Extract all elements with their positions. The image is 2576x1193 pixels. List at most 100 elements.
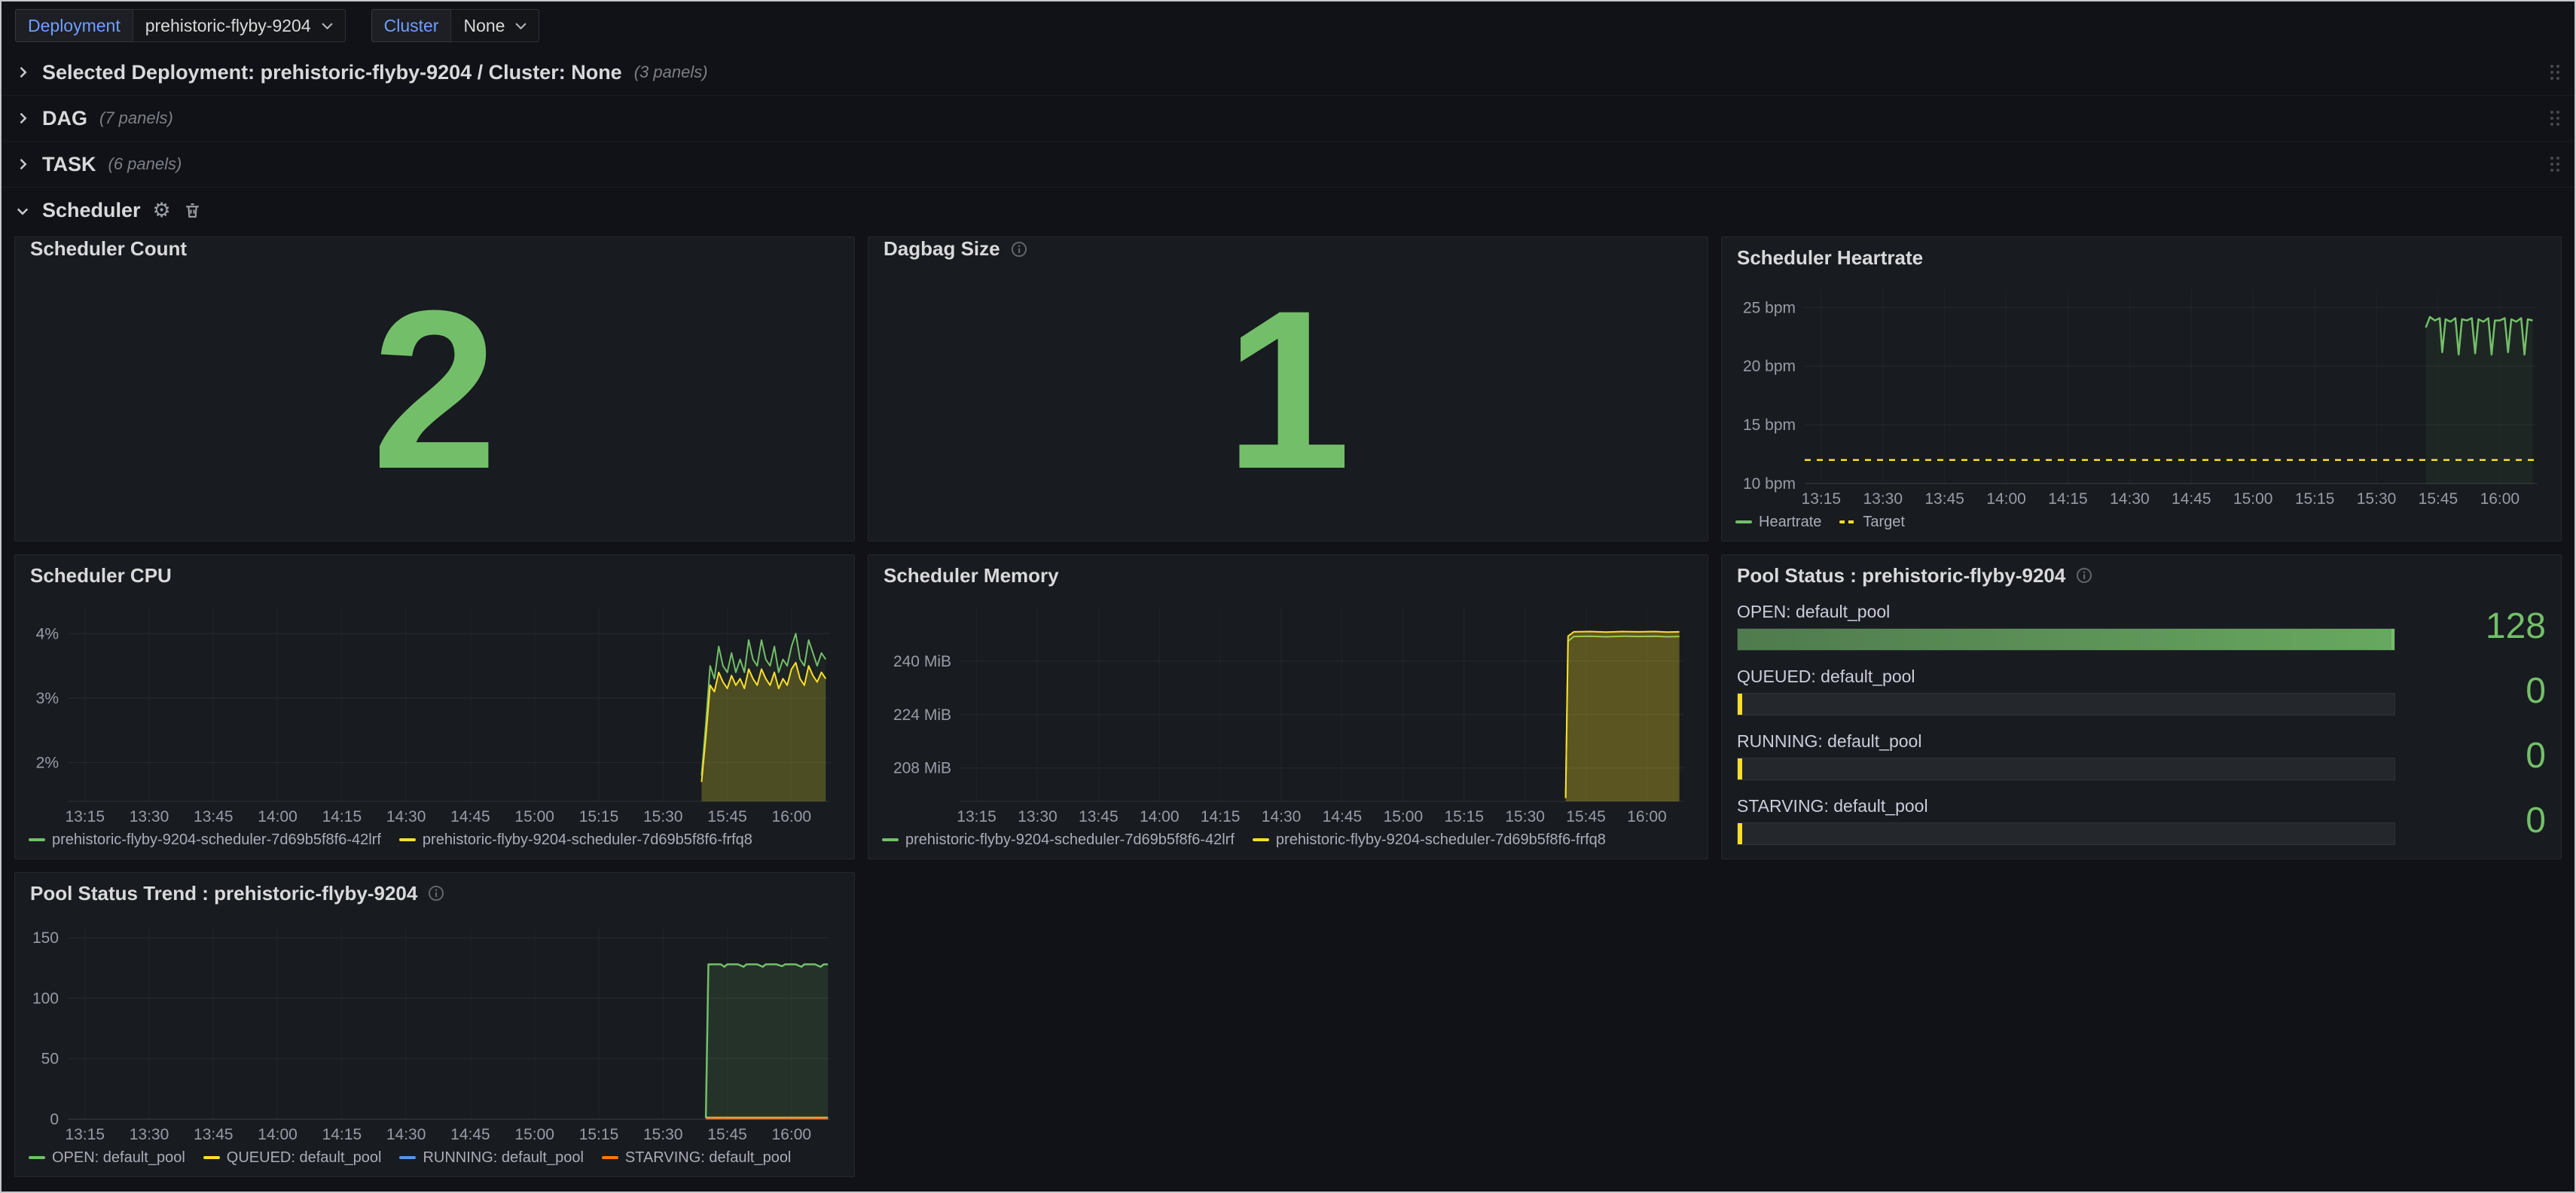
panel-title-bar[interactable]: Pool Status : prehistoric-flyby-9204 [1722,555,2561,596]
deployment-variable-value: prehistoric-flyby-9204 [145,16,311,36]
gauge-row-running: RUNNING: default_pool 0 [1737,731,2546,780]
panel-scheduler-heartrate: Scheduler Heartrate 13:1513:3013:4514:00… [1721,236,2562,542]
timeseries-chart[interactable]: 13:1513:3013:4514:0014:1514:3014:4515:00… [23,917,842,1146]
cluster-variable-label: Cluster [371,9,451,42]
panel-title-bar[interactable]: Scheduler Memory [868,555,1708,596]
svg-text:15:30: 15:30 [643,808,683,825]
panel-scheduler-memory: Scheduler Memory 13:1513:3013:4514:0014:… [868,554,1708,859]
svg-text:15:45: 15:45 [1566,808,1606,825]
info-icon[interactable] [428,885,444,902]
svg-text:15 bpm: 15 bpm [1743,416,1796,434]
svg-text:14:15: 14:15 [2048,490,2088,508]
chevron-down-icon [515,23,526,29]
panel-scheduler-count: Scheduler Count 2 [14,236,855,542]
row-drag-handle[interactable] [2549,108,2561,128]
gauge-label: STARVING: default_pool [1737,796,2395,816]
panel-title-bar[interactable]: Pool Status Trend : prehistoric-flyby-92… [15,873,854,914]
timeseries-chart[interactable]: 13:1513:3013:4514:0014:1514:3014:4515:00… [1729,281,2549,511]
svg-text:15:00: 15:00 [2233,490,2273,508]
svg-text:15:45: 15:45 [707,808,747,825]
legend-swatch [1839,520,1856,523]
svg-text:15:30: 15:30 [643,1126,683,1143]
row-drag-handle[interactable] [2549,63,2561,82]
gauge-value: 0 [2526,803,2546,839]
grafana-dashboard: Deployment prehistoric-flyby-9204 Cluste… [0,0,2576,1193]
panel-title-bar[interactable]: Scheduler Heartrate [1722,237,2561,278]
cluster-variable-value: None [463,16,505,36]
gauge-row-queued: QUEUED: default_pool 0 [1737,667,2546,715]
svg-text:14:00: 14:00 [1986,490,2026,508]
svg-text:14:15: 14:15 [322,1126,362,1143]
panel-title-bar[interactable]: Scheduler CPU [15,555,854,596]
row-drag-handle[interactable] [2549,154,2561,174]
legend-item[interactable]: prehistoric-flyby-9204-scheduler-7d69b5f… [399,831,752,849]
row-title: Scheduler [42,199,141,222]
svg-text:16:00: 16:00 [1627,808,1667,825]
deployment-variable-label: Deployment [15,9,133,42]
gauge-bar [1737,758,2395,780]
timeseries-chart[interactable]: 13:1513:3013:4514:0014:1514:3014:4515:00… [23,599,842,828]
svg-text:100: 100 [32,990,59,1007]
svg-text:15:30: 15:30 [1505,808,1545,825]
row-panel-count: (3 panels) [634,63,708,82]
info-icon[interactable] [2076,567,2092,584]
chart-legend: prehistoric-flyby-9204-scheduler-7d69b5f… [15,828,854,859]
svg-text:13:15: 13:15 [1802,490,1842,508]
svg-text:15:15: 15:15 [579,808,619,825]
chart-legend: prehistoric-flyby-9204-scheduler-7d69b5f… [868,828,1708,859]
legend-item[interactable]: RUNNING: default_pool [399,1149,583,1167]
chevron-down-icon [322,23,333,29]
svg-text:15:30: 15:30 [2357,490,2397,508]
gauge-bar [1737,693,2395,715]
dashboard-row-task[interactable]: TASK (6 panels) [2,142,2574,188]
legend-item[interactable]: OPEN: default_pool [29,1149,185,1167]
legend-swatch [203,1156,220,1159]
gauge-value: 0 [2526,673,2546,709]
svg-text:15:00: 15:00 [514,1126,554,1143]
dashboard-row-selected-deployment[interactable]: Selected Deployment: prehistoric-flyby-9… [2,50,2574,96]
legend-item[interactable]: QUEUED: default_pool [203,1149,382,1167]
gauge-value: 0 [2526,738,2546,774]
svg-text:15:15: 15:15 [2295,490,2335,508]
svg-text:14:00: 14:00 [258,808,298,825]
svg-text:14:00: 14:00 [258,1126,298,1143]
deployment-variable-select[interactable]: prehistoric-flyby-9204 [133,9,346,42]
legend-item[interactable]: prehistoric-flyby-9204-scheduler-7d69b5f… [1253,831,1606,849]
chevron-right-icon [15,111,30,126]
cluster-variable-select[interactable]: None [450,9,539,42]
chevron-right-icon [15,157,30,172]
row-delete-trash-icon[interactable] [183,201,202,220]
gauge-fill [1738,823,1742,844]
legend-item[interactable]: Heartrate [1735,514,1821,531]
svg-text:14:30: 14:30 [386,808,426,825]
legend-swatch [29,1156,45,1159]
svg-text:13:30: 13:30 [130,808,169,825]
svg-text:14:30: 14:30 [1262,808,1302,825]
legend-item[interactable]: prehistoric-flyby-9204-scheduler-7d69b5f… [29,831,381,849]
svg-text:13:45: 13:45 [1924,490,1964,508]
legend-item[interactable]: STARVING: default_pool [602,1149,792,1167]
panel-pool-status-trend: Pool Status Trend : prehistoric-flyby-92… [14,872,855,1177]
dashboard-row-scheduler[interactable]: Scheduler ⚙ [2,188,2574,233]
dashboard-row-dag[interactable]: DAG (7 panels) [2,96,2574,142]
legend-item[interactable]: prehistoric-flyby-9204-scheduler-7d69b5f… [882,831,1235,849]
svg-text:14:15: 14:15 [322,808,362,825]
svg-text:13:30: 13:30 [130,1126,169,1143]
svg-text:14:15: 14:15 [1201,808,1241,825]
stat-value: 2 [15,237,854,541]
row-settings-gear-icon[interactable]: ⚙ [153,200,171,221]
row-panel-count: (7 panels) [99,108,173,128]
panel-title: Scheduler Heartrate [1737,246,1923,270]
svg-text:13:45: 13:45 [1079,808,1119,825]
chevron-down-icon [15,203,30,218]
svg-text:13:30: 13:30 [1018,808,1058,825]
svg-text:13:15: 13:15 [65,1126,105,1143]
svg-text:15:15: 15:15 [1444,808,1484,825]
gauge-row-starving: STARVING: default_pool 0 [1737,796,2546,845]
timeseries-chart[interactable]: 13:1513:3013:4514:0014:1514:3014:4515:00… [876,599,1695,828]
stat-value: 1 [868,237,1708,541]
svg-text:14:30: 14:30 [2110,490,2150,508]
gauge-label: QUEUED: default_pool [1737,667,2395,687]
svg-text:15:45: 15:45 [707,1126,747,1143]
legend-item[interactable]: Target [1839,514,1905,531]
